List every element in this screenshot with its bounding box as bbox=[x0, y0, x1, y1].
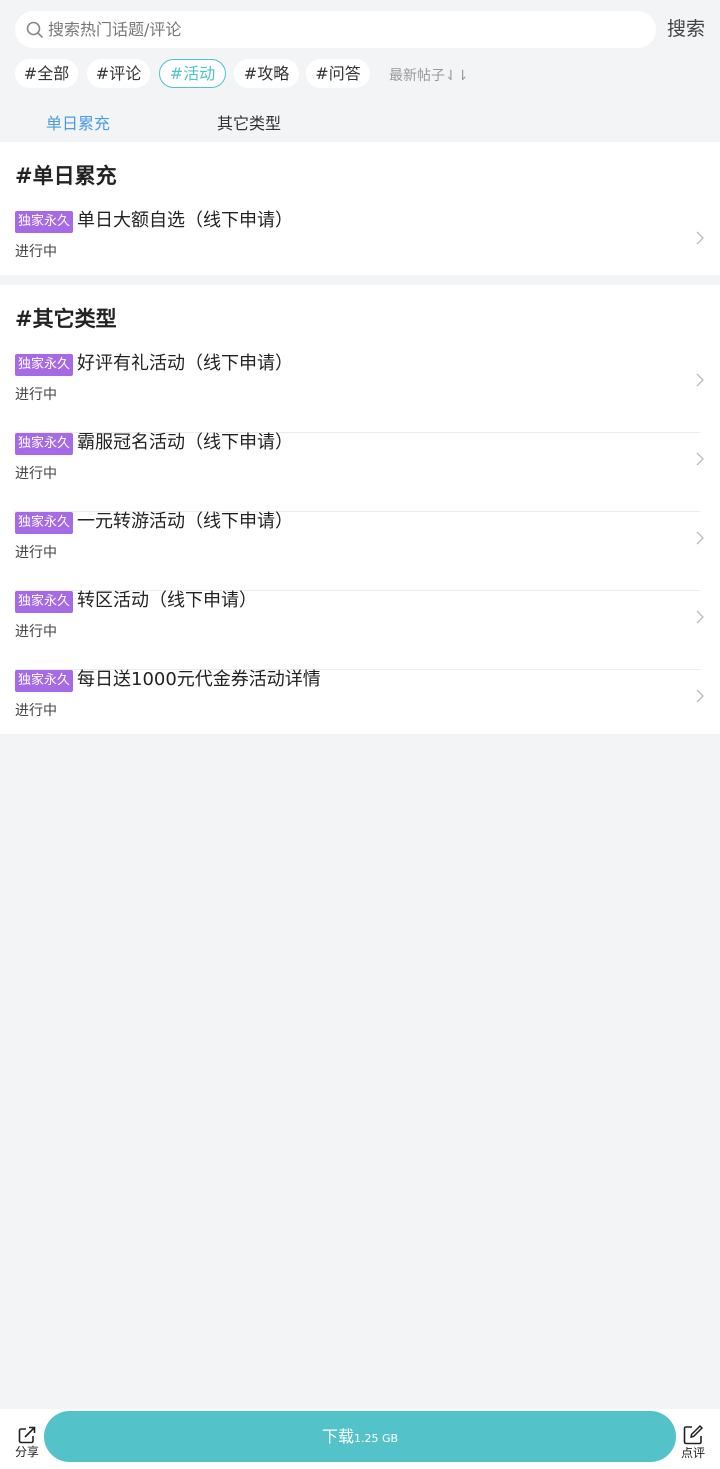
item-status: 进行中 bbox=[15, 244, 57, 260]
edit-icon bbox=[683, 1424, 704, 1445]
sub-tab-bar: 单日累充 其它类型 bbox=[0, 108, 720, 138]
tab-other-types[interactable]: 其它类型 bbox=[217, 110, 281, 134]
exclusive-badge: 独家永久 bbox=[15, 670, 74, 692]
tab-single-day-recharge[interactable]: 单日累充 bbox=[46, 110, 110, 134]
chevron-right-icon bbox=[696, 452, 704, 466]
exclusive-badge: 独家永久 bbox=[15, 433, 74, 455]
item-title: 转区活动（线下申请） bbox=[77, 590, 257, 611]
tag-all[interactable]: #全部 bbox=[15, 59, 78, 88]
chevron-right-icon bbox=[696, 531, 704, 545]
tag-comment[interactable]: #评论 bbox=[87, 59, 150, 88]
exclusive-badge: 独家永久 bbox=[15, 591, 74, 613]
item-title: 霸服冠名活动（线下申请） bbox=[77, 432, 293, 453]
sort-toggle[interactable]: 最新帖子⇃⇂ bbox=[389, 65, 468, 85]
chevron-right-icon bbox=[696, 689, 704, 703]
exclusive-badge: 独家永久 bbox=[15, 354, 74, 376]
item-status: 进行中 bbox=[15, 624, 57, 640]
download-button[interactable]: 下载1.25 GB bbox=[44, 1411, 676, 1462]
review-button[interactable]: 点评 bbox=[679, 1424, 707, 1460]
download-size: 1.25 GB bbox=[353, 1432, 399, 1445]
share-label: 分享 bbox=[14, 1445, 39, 1459]
item-title: 单日大额自选（线下申请） bbox=[77, 210, 293, 231]
list-item[interactable]: 独家永久 一元转游活动（线下申请） 进行中 bbox=[0, 511, 720, 591]
item-status: 进行中 bbox=[15, 466, 57, 482]
tag-filter-bar: #全部 #评论 #活动 #攻略 #问答 最新帖子⇃⇂ bbox=[15, 59, 715, 90]
section-title: #其它类型 bbox=[15, 307, 117, 331]
section-other-types: #其它类型 独家永久 好评有礼活动（线下申请） 进行中 独家永久 霸服冠名活动（… bbox=[0, 285, 720, 734]
search-placeholder: 搜索热门话题/评论 bbox=[48, 20, 182, 39]
section-title: #单日累充 bbox=[15, 164, 117, 188]
item-title: 每日送1000元代金券活动详情 bbox=[77, 669, 321, 690]
share-button[interactable]: 分享 bbox=[13, 1425, 41, 1459]
item-title: 好评有礼活动（线下申请） bbox=[77, 353, 293, 374]
chevron-right-icon bbox=[696, 373, 704, 387]
search-bar: 搜索热门话题/评论 搜索 bbox=[0, 0, 720, 60]
item-status: 进行中 bbox=[15, 387, 57, 403]
list-item[interactable]: 独家永久 单日大额自选（线下申请） 进行中 bbox=[0, 210, 720, 290]
list-item[interactable]: 独家永久 好评有礼活动（线下申请） 进行中 bbox=[0, 353, 720, 433]
section-single-day-recharge: #单日累充 独家永久 单日大额自选（线下申请） 进行中 bbox=[0, 142, 720, 275]
chevron-right-icon bbox=[696, 610, 704, 624]
item-status: 进行中 bbox=[15, 545, 57, 561]
item-status: 进行中 bbox=[15, 703, 57, 719]
list-item[interactable]: 独家永久 每日送1000元代金券活动详情 进行中 bbox=[0, 669, 720, 749]
share-icon bbox=[18, 1426, 36, 1444]
chevron-right-icon bbox=[696, 231, 704, 245]
review-label: 点评 bbox=[680, 1446, 705, 1460]
search-button[interactable]: 搜索 bbox=[667, 17, 705, 41]
tag-qa[interactable]: #问答 bbox=[306, 59, 370, 88]
tag-guide[interactable]: #攻略 bbox=[234, 59, 299, 88]
exclusive-badge: 独家永久 bbox=[15, 211, 74, 233]
search-icon bbox=[26, 21, 43, 38]
list-item[interactable]: 独家永久 霸服冠名活动（线下申请） 进行中 bbox=[0, 432, 720, 512]
search-input[interactable]: 搜索热门话题/评论 bbox=[15, 11, 656, 48]
list-item[interactable]: 独家永久 转区活动（线下申请） 进行中 bbox=[0, 590, 720, 670]
item-title: 一元转游活动（线下申请） bbox=[77, 511, 293, 532]
bottom-action-bar: 分享 下载1.25 GB 点评 bbox=[0, 1409, 720, 1469]
download-label: 下载 bbox=[321, 1427, 354, 1446]
exclusive-badge: 独家永久 bbox=[15, 512, 74, 534]
tag-activity[interactable]: #活动 bbox=[159, 59, 226, 88]
